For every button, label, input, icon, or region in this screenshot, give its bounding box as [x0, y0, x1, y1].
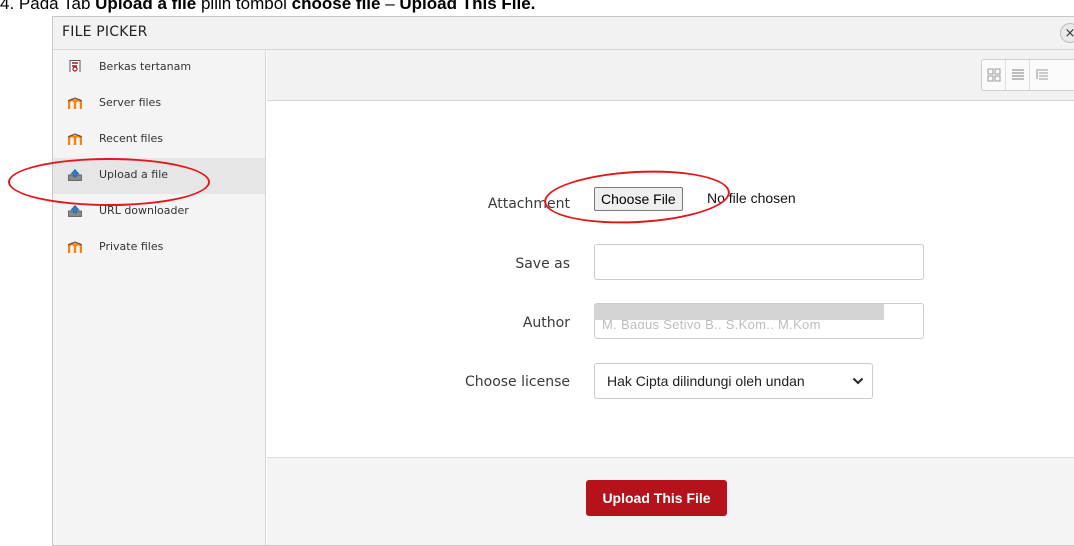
- chevron-down-icon: [852, 377, 864, 385]
- caption-button2: Upload This File.: [399, 0, 536, 13]
- upload-icon: [68, 205, 82, 217]
- instruction-caption: 4. Pada Tab Upload a file pilih tombol c…: [0, 0, 536, 13]
- tree-view-button[interactable]: [1030, 60, 1054, 90]
- license-select[interactable]: Hak Cipta dilindungi oleh undan: [594, 363, 873, 399]
- sidebar-item-label: Server files: [99, 96, 162, 109]
- dialog-titlebar: FILE PICKER ×: [53, 17, 1074, 50]
- close-button[interactable]: ×: [1060, 23, 1074, 43]
- saveas-input[interactable]: [594, 244, 924, 280]
- sidebar-item-server-files[interactable]: Server files: [53, 86, 265, 122]
- file-embedded-icon: [69, 60, 81, 72]
- license-label: Choose license: [464, 374, 570, 390]
- list-view-button[interactable]: [1006, 60, 1030, 90]
- license-selected-value: Hak Cipta dilindungi oleh undan: [607, 373, 805, 389]
- author-label: Author: [522, 315, 570, 331]
- saveas-label: Save as: [515, 256, 570, 272]
- icon-view-button[interactable]: [982, 60, 1006, 90]
- choose-file-button[interactable]: Choose File: [594, 187, 683, 211]
- sidebar-item-upload-a-file[interactable]: Upload a file: [53, 158, 265, 194]
- moodle-icon: [68, 97, 82, 109]
- file-picker-dialog: FILE PICKER × Berkas tertanam Server fil…: [52, 16, 1074, 546]
- sidebar-item-label: Private files: [99, 240, 164, 253]
- tree-view-icon: [1036, 69, 1048, 80]
- sidebar-item-berkas-tertanam[interactable]: Berkas tertanam: [53, 50, 265, 86]
- sidebar-item-label: Berkas tertanam: [99, 60, 192, 73]
- sidebar-item-label: URL downloader: [99, 204, 189, 217]
- sidebar-item-recent-files[interactable]: Recent files: [53, 122, 265, 158]
- author-redaction: [594, 304, 884, 320]
- no-file-status: No file chosen: [707, 190, 796, 206]
- caption-prefix: 4. Pada Tab: [0, 0, 96, 13]
- attachment-label: Attachment: [487, 196, 570, 212]
- moodle-icon: [68, 133, 82, 145]
- close-icon: ×: [1064, 26, 1074, 41]
- moodle-icon: [68, 241, 82, 253]
- list-view-icon: [1012, 69, 1024, 80]
- caption-tab-name: Upload a file: [95, 0, 197, 13]
- sidebar-item-url-downloader[interactable]: URL downloader: [53, 194, 265, 230]
- icon-view-icon: [987, 68, 1001, 82]
- caption-sep: –: [380, 0, 400, 13]
- repository-sidebar: Berkas tertanam Server files Recent file…: [53, 50, 266, 545]
- view-switcher: [981, 59, 1074, 91]
- dialog-title: FILE PICKER: [62, 24, 148, 40]
- upload-this-file-button[interactable]: Upload This File: [586, 480, 727, 516]
- caption-middle: pilih tombol: [196, 0, 292, 13]
- view-toolbar: [267, 50, 1074, 101]
- upload-icon: [68, 169, 82, 181]
- sidebar-item-label: Upload a file: [99, 168, 169, 181]
- sidebar-item-private-files[interactable]: Private files: [53, 230, 265, 266]
- sidebar-item-label: Recent files: [99, 132, 163, 145]
- caption-button1: choose file: [291, 0, 381, 13]
